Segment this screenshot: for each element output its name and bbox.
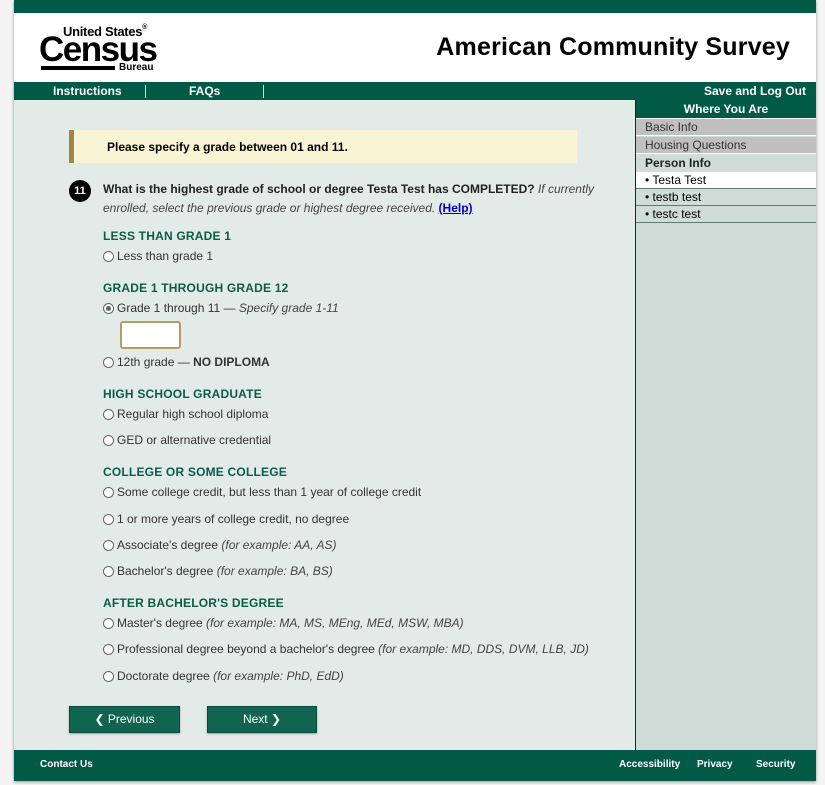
- section-heading: College or some college: [103, 465, 287, 479]
- sidebar-item-basic-info[interactable]: Basic Info: [636, 119, 816, 136]
- radio-button[interactable]: [103, 618, 114, 629]
- logo-line3: Bureau: [119, 62, 154, 73]
- radio-button-selected[interactable]: [103, 303, 114, 314]
- radio-button[interactable]: [103, 540, 114, 551]
- option-12th-grade-no-diploma[interactable]: 12th grade — NO DIPLOMA: [103, 355, 270, 369]
- help-link[interactable]: (Help): [439, 201, 473, 215]
- section-heading: Less than grade 1: [103, 229, 232, 243]
- option-bachelors-degree[interactable]: Bachelor's degree (for example: BA, BS): [103, 564, 333, 578]
- option-grade-1-through-11[interactable]: Grade 1 through 11 — Specify grade 1-11: [103, 301, 339, 315]
- sidebar-person-testc[interactable]: • testc test: [636, 206, 816, 223]
- page-title: American Community Survey: [436, 33, 790, 61]
- section-heading: After bachelor's degree: [103, 596, 284, 610]
- save-and-logout-link[interactable]: Save and Log Out: [704, 84, 806, 98]
- option-some-college-credit[interactable]: Some college credit, but less than 1 yea…: [103, 485, 421, 499]
- sidebar-item-person-info: Person Info: [645, 156, 712, 170]
- radio-button[interactable]: [103, 251, 114, 262]
- section-heading: High school graduate: [103, 387, 262, 401]
- option-college-no-degree[interactable]: 1 or more years of college credit, no de…: [103, 512, 349, 526]
- radio-button[interactable]: [103, 514, 114, 525]
- option-less-than-grade-1[interactable]: Less than grade 1: [103, 249, 213, 263]
- census-bureau-logo: United States® Census Bureau: [39, 24, 161, 74]
- radio-button[interactable]: [103, 357, 114, 368]
- grade-input[interactable]: [120, 321, 181, 349]
- top-navigation: Instructions FAQs Save and Log Out: [14, 83, 816, 100]
- radio-button[interactable]: [103, 435, 114, 446]
- nav-divider: [263, 85, 264, 98]
- question-number-badge: 11: [69, 180, 91, 202]
- question-text-block: What is the highest grade of school or d…: [103, 180, 603, 218]
- option-associates-degree[interactable]: Associate's degree (for example: AA, AS): [103, 538, 337, 552]
- sidebar-person-testb[interactable]: • testb test: [636, 189, 816, 206]
- chevron-left-icon: ❮: [94, 712, 105, 726]
- sidebar-item-housing-questions[interactable]: Housing Questions: [636, 137, 816, 154]
- survey-window: United States® Census Bureau American Co…: [14, 0, 816, 781]
- next-button[interactable]: Next ❯: [207, 706, 317, 733]
- option-masters-degree[interactable]: Master's degree (for example: MA, MS, ME…: [103, 616, 464, 630]
- option-doctorate-degree[interactable]: Doctorate degree (for example: PhD, EdD): [103, 669, 344, 683]
- chevron-right-icon: ❯: [270, 712, 282, 726]
- question-text: What is the highest grade of school or d…: [103, 182, 535, 196]
- radio-button[interactable]: [103, 671, 114, 682]
- security-link[interactable]: Security: [756, 759, 795, 770]
- error-alert: Please specify a grade between 01 and 11…: [69, 130, 577, 163]
- radio-button[interactable]: [103, 409, 114, 420]
- previous-button[interactable]: ❮ Previous: [69, 706, 180, 733]
- sidebar-person-testa[interactable]: • Testa Test: [636, 172, 816, 189]
- header: United States® Census Bureau American Co…: [14, 13, 816, 82]
- accessibility-link[interactable]: Accessibility: [619, 759, 680, 770]
- instructions-link[interactable]: Instructions: [53, 84, 122, 98]
- logo-bar: [41, 66, 115, 70]
- privacy-link[interactable]: Privacy: [697, 759, 733, 770]
- contact-us-link[interactable]: Contact Us: [40, 759, 93, 770]
- section-heading: Grade 1 through grade 12: [103, 281, 289, 295]
- option-professional-degree[interactable]: Professional degree beyond a bachelor's …: [103, 642, 589, 656]
- option-ged[interactable]: GED or alternative credential: [103, 433, 271, 447]
- alert-message: Please specify a grade between 01 and 11…: [107, 140, 348, 154]
- radio-button[interactable]: [103, 566, 114, 577]
- radio-button[interactable]: [103, 644, 114, 655]
- radio-button[interactable]: [103, 487, 114, 498]
- nav-divider: [145, 85, 146, 98]
- option-regular-diploma[interactable]: Regular high school diploma: [103, 407, 268, 421]
- where-you-are-sidebar: Where You Are Basic Info Housing Questio…: [635, 100, 816, 750]
- footer: Contact Us Accessibility Privacy Securit…: [14, 750, 816, 781]
- faqs-link[interactable]: FAQs: [189, 84, 220, 98]
- question-panel: Please specify a grade between 01 and 11…: [14, 100, 635, 750]
- sidebar-title: Where You Are: [636, 100, 816, 119]
